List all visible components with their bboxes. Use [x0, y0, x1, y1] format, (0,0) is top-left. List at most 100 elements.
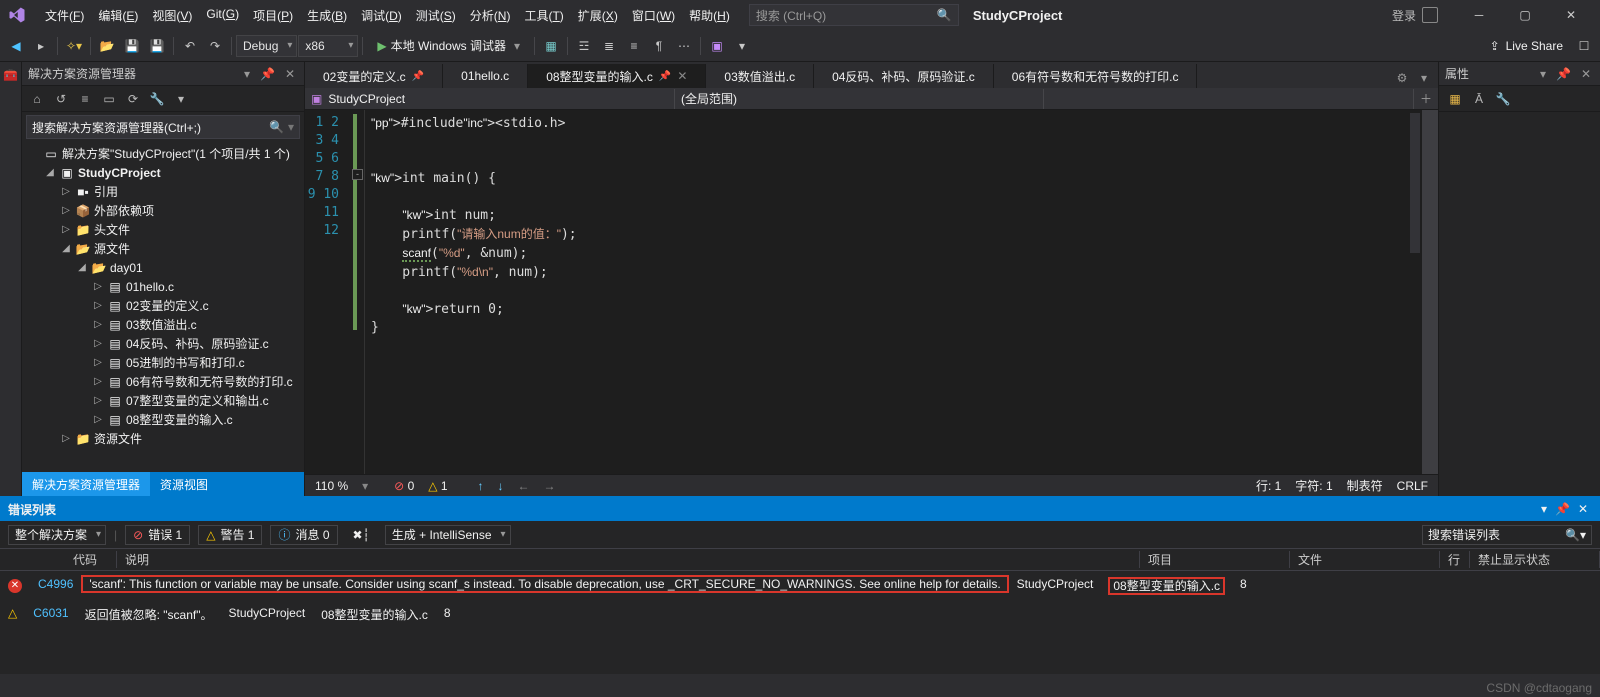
preview-icon[interactable]: ▾ [170, 88, 192, 110]
error-table[interactable]: 代码说明项目文件行禁止显示状态 ✕C4996'scanf': This func… [0, 549, 1600, 674]
refresh-icon[interactable]: ⟳ [122, 88, 144, 110]
tb-icon-5[interactable]: ¶ [647, 34, 671, 58]
solution-search[interactable]: 搜索解决方案资源管理器(Ctrl+;) 🔍▾ [26, 115, 300, 139]
indent-mode[interactable]: 制表符 [1347, 477, 1383, 494]
new-item-button[interactable]: ✧▾ [62, 34, 86, 58]
panel-dropdown-icon[interactable]: ▾ [1537, 502, 1551, 516]
tree-node[interactable]: ▷📦外部依赖项 [22, 201, 304, 220]
tree-node[interactable]: ▷▤01hello.c [22, 277, 304, 296]
toolbox-icon[interactable]: 🧰 [3, 68, 18, 82]
tree-node[interactable]: ◢📂源文件 [22, 239, 304, 258]
tb-icon-1[interactable]: ▦ [539, 34, 563, 58]
feedback-button[interactable]: ☐ [1572, 34, 1596, 58]
tree-node[interactable]: ▷▤03数值溢出.c [22, 315, 304, 334]
clear-filter-icon[interactable]: ✖┆ [346, 525, 377, 545]
config-combo[interactable]: Debug [236, 35, 297, 57]
vertical-scrollbar[interactable] [1422, 110, 1438, 474]
tree-node[interactable]: ▷■▪引用 [22, 182, 304, 201]
line-endings[interactable]: CRLF [1397, 479, 1428, 493]
menu-生成B[interactable]: 生成(B) [300, 3, 354, 28]
user-icon[interactable] [1422, 7, 1438, 23]
tb-icon-3[interactable]: ≣ [597, 34, 621, 58]
error-row[interactable]: ✕C4996'scanf': This function or variable… [0, 571, 1600, 600]
tb-icon-2[interactable]: ☲ [572, 34, 596, 58]
zoom-level[interactable]: 110 % [315, 479, 348, 493]
menu-帮助H[interactable]: 帮助(H) [682, 3, 737, 28]
errors-filter[interactable]: ⊘错误 1 [125, 525, 190, 545]
panel-close-icon[interactable]: ✕ [1574, 502, 1592, 516]
tree-node[interactable]: ▷📁头文件 [22, 220, 304, 239]
tree-node[interactable]: ▷▤04反码、补码、原码验证.c [22, 334, 304, 353]
collapse-icon[interactable]: ≡ [74, 88, 96, 110]
tree-node[interactable]: ▷▤07整型变量的定义和输出.c [22, 391, 304, 410]
sign-in-link[interactable]: 登录 [1392, 7, 1416, 24]
tree-node[interactable]: ▷▤08整型变量的输入.c [22, 410, 304, 429]
nav-add-button[interactable]: ＋ [1414, 90, 1438, 107]
column-header[interactable]: 禁止显示状态 [1470, 551, 1600, 568]
tree-node[interactable]: ▷▤02变量的定义.c [22, 296, 304, 315]
menu-调试D[interactable]: 调试(D) [354, 3, 409, 28]
undo-button[interactable]: ↶ [178, 34, 202, 58]
column-header[interactable]: 项目 [1140, 551, 1290, 568]
column-header[interactable]: 行 [1440, 551, 1470, 568]
properties-icon[interactable]: 🔧 [146, 88, 168, 110]
tab-solution-explorer[interactable]: 解决方案资源管理器 [22, 472, 150, 496]
menu-GitG[interactable]: Git(G) [199, 3, 246, 28]
nav-member[interactable] [1044, 89, 1414, 109]
menu-项目P[interactable]: 项目(P) [246, 3, 300, 28]
build-intellisense-combo[interactable]: 生成 + IntelliSense [385, 525, 511, 545]
panel-dropdown-icon[interactable]: ▾ [241, 67, 253, 81]
tb-icon-6[interactable]: ⋯ [672, 34, 696, 58]
error-row[interactable]: △C6031返回值被忽略: "scanf"。StudyCProject08整型变… [0, 600, 1600, 629]
nav-right-icon[interactable]: → [544, 479, 556, 493]
doc-tab[interactable]: 02变量的定义.c📌 [305, 64, 443, 88]
tree-node[interactable]: ◢▣StudyCProject [22, 163, 304, 182]
doc-tab[interactable]: 01hello.c [443, 64, 528, 88]
show-all-icon[interactable]: ▭ [98, 88, 120, 110]
pin-icon[interactable]: 📌 [659, 71, 671, 82]
menu-视图V[interactable]: 视图(V) [145, 3, 199, 28]
minimize-button[interactable]: ─ [1456, 0, 1502, 30]
start-debug-button[interactable]: ▶本地 Windows 调试器▾ [367, 34, 530, 58]
scope-combo[interactable]: 整个解决方案 [8, 525, 106, 545]
redo-button[interactable]: ↷ [203, 34, 227, 58]
tree-node[interactable]: ▷▤05进制的书写和打印.c [22, 353, 304, 372]
menu-工具T[interactable]: 工具(T) [517, 3, 570, 28]
minimap[interactable] [1410, 113, 1420, 253]
error-count-icon[interactable]: ⊘ [394, 479, 404, 493]
menu-分析N[interactable]: 分析(N) [463, 3, 518, 28]
tb-icon-4[interactable]: ≡ [622, 34, 646, 58]
pin-icon[interactable]: 📌 [412, 71, 424, 82]
doc-tab[interactable]: 06有符号数和无符号数的打印.c [994, 64, 1198, 88]
tree-node[interactable]: ◢📂day01 [22, 258, 304, 277]
nav-scope[interactable]: (全局范围) [675, 89, 1044, 109]
doc-tab[interactable]: 03数值溢出.c [706, 64, 814, 88]
global-search[interactable]: 搜索 (Ctrl+Q) 🔍 [749, 4, 959, 26]
tb-icon-7[interactable]: ▣ [705, 34, 729, 58]
wrench-icon[interactable]: 🔧 [1493, 89, 1513, 109]
doc-tab[interactable]: 08整型变量的输入.c📌✕ [528, 64, 706, 88]
nav-back-button[interactable]: ◀ [4, 34, 28, 58]
menu-编辑E[interactable]: 编辑(E) [91, 3, 145, 28]
column-header[interactable]: 说明 [117, 551, 1140, 568]
pin-icon[interactable]: 📌 [1551, 502, 1574, 516]
home-icon[interactable]: ⌂ [26, 88, 48, 110]
menu-测试S[interactable]: 测试(S) [409, 3, 463, 28]
platform-combo[interactable]: x86 [298, 35, 358, 57]
close-button[interactable]: ✕ [1548, 0, 1594, 30]
error-search[interactable]: 搜索错误列表🔍▾ [1422, 525, 1592, 545]
solution-tree[interactable]: ▭解决方案"StudyCProject"(1 个项目/共 1 个)◢▣Study… [22, 142, 304, 472]
nav-fwd-button[interactable]: ▸ [29, 34, 53, 58]
nav-up-icon[interactable]: ↑ [478, 479, 484, 493]
tree-node[interactable]: ▷📁资源文件 [22, 429, 304, 448]
nav-down-icon[interactable]: ↓ [498, 479, 504, 493]
alpha-sort-icon[interactable]: Ā [1469, 89, 1489, 109]
tree-node[interactable]: ▷▤06有符号数和无符号数的打印.c [22, 372, 304, 391]
pin-icon[interactable]: 📌 [1553, 67, 1574, 81]
panel-close-icon[interactable]: ✕ [1578, 67, 1594, 81]
panel-close-icon[interactable]: ✕ [282, 67, 298, 81]
sync-icon[interactable]: ↺ [50, 88, 72, 110]
fold-toggle[interactable]: - [352, 169, 363, 180]
open-button[interactable]: 📂 [95, 34, 119, 58]
tab-resource-view[interactable]: 资源视图 [150, 472, 218, 496]
